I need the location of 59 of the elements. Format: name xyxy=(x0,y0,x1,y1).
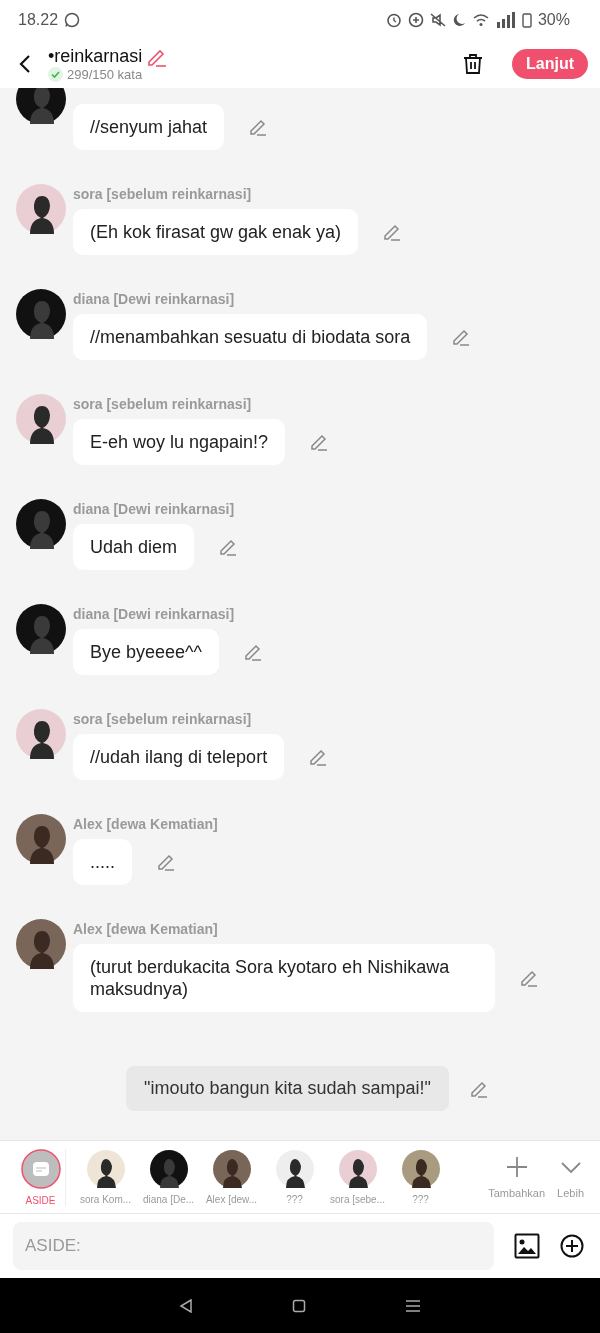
pencil-icon[interactable] xyxy=(248,117,269,137)
battery-level: 30% xyxy=(537,11,570,29)
input-field[interactable]: ASIDE: xyxy=(13,1222,494,1270)
plus-circle-icon xyxy=(407,12,424,28)
pencil-icon[interactable] xyxy=(156,852,176,872)
message-bubble[interactable]: (turut berdukacita Sora kyotaro eh Nishikawa maksudnya) xyxy=(73,944,495,1012)
menu-icon[interactable] xyxy=(404,1298,421,1313)
message-bubble[interactable]: Udah diem xyxy=(73,524,195,570)
image-icon[interactable] xyxy=(514,1233,540,1259)
message-bubble[interactable]: //udah ilang di teleport xyxy=(73,734,285,780)
speaker-name: sora [sebelum reinkarnasi] xyxy=(73,711,253,727)
back-icon[interactable] xyxy=(18,54,32,74)
message-bubble[interactable]: (Eh kok firasat gw gak enak ya) xyxy=(73,209,359,255)
speaker-name: Alex [dewa Kematian] xyxy=(73,816,218,832)
alarm-icon xyxy=(385,12,402,28)
status-time: 18.22 xyxy=(18,11,59,29)
character-option[interactable]: ASIDE xyxy=(16,1148,66,1206)
story-title: •reinkarnasi xyxy=(48,46,143,67)
signal-icon xyxy=(495,12,516,28)
mute-icon xyxy=(429,12,446,28)
message-bubble[interactable]: //senyum jahat xyxy=(73,104,225,150)
speaker-name: diana [Dewi reinkarnasi] xyxy=(73,501,236,517)
speaker-name: sora [sebelum reinkarnasi] xyxy=(73,396,253,412)
message-bubble[interactable]: Bye byeeee^^ xyxy=(73,629,219,675)
word-count: 299/150 kata xyxy=(67,67,143,82)
message-bubble[interactable]: //menambahkan sesuatu di biodata sora xyxy=(73,314,428,360)
pencil-icon[interactable] xyxy=(308,747,329,767)
speaker-name: diana [Dewi reinkarnasi] xyxy=(73,291,236,307)
pencil-icon[interactable] xyxy=(451,327,472,347)
speaker-name: Alex [dewa Kematian] xyxy=(73,921,219,937)
message-bubble[interactable]: E-eh woy lu ngapain!? xyxy=(73,419,286,465)
avatar[interactable] xyxy=(16,499,66,549)
avatar[interactable] xyxy=(16,709,66,759)
narration-bubble[interactable]: "imouto bangun kita sudah sampai!" xyxy=(126,1066,449,1111)
speaker-name: diana [Dewi reinkarnasi] xyxy=(73,606,236,622)
pencil-icon[interactable] xyxy=(242,642,263,662)
speaker-name: sora [sebelum reinkarnasi] xyxy=(73,186,253,202)
pencil-icon[interactable] xyxy=(218,537,239,557)
avatar[interactable] xyxy=(16,814,66,864)
chat-app-icon xyxy=(64,12,81,28)
narration-icon xyxy=(20,1148,61,1189)
wifi-icon xyxy=(471,13,490,27)
pencil-icon[interactable] xyxy=(309,432,330,452)
avatar[interactable] xyxy=(16,184,66,234)
avatar[interactable] xyxy=(16,88,66,124)
pencil-icon[interactable] xyxy=(382,222,403,242)
avatar[interactable] xyxy=(16,919,66,969)
trash-icon[interactable] xyxy=(462,53,484,75)
battery-icon xyxy=(521,12,532,28)
moon-icon xyxy=(451,13,466,27)
message-bubble[interactable]: ..... xyxy=(73,839,132,885)
avatar[interactable] xyxy=(16,289,66,339)
pencil-icon[interactable] xyxy=(519,968,539,988)
avatar[interactable] xyxy=(16,394,66,444)
back-nav-icon[interactable] xyxy=(179,1298,194,1313)
add-icon[interactable] xyxy=(560,1234,584,1258)
home-nav-icon[interactable] xyxy=(292,1298,306,1313)
plus-icon xyxy=(504,1155,529,1179)
avatar[interactable] xyxy=(16,604,66,654)
